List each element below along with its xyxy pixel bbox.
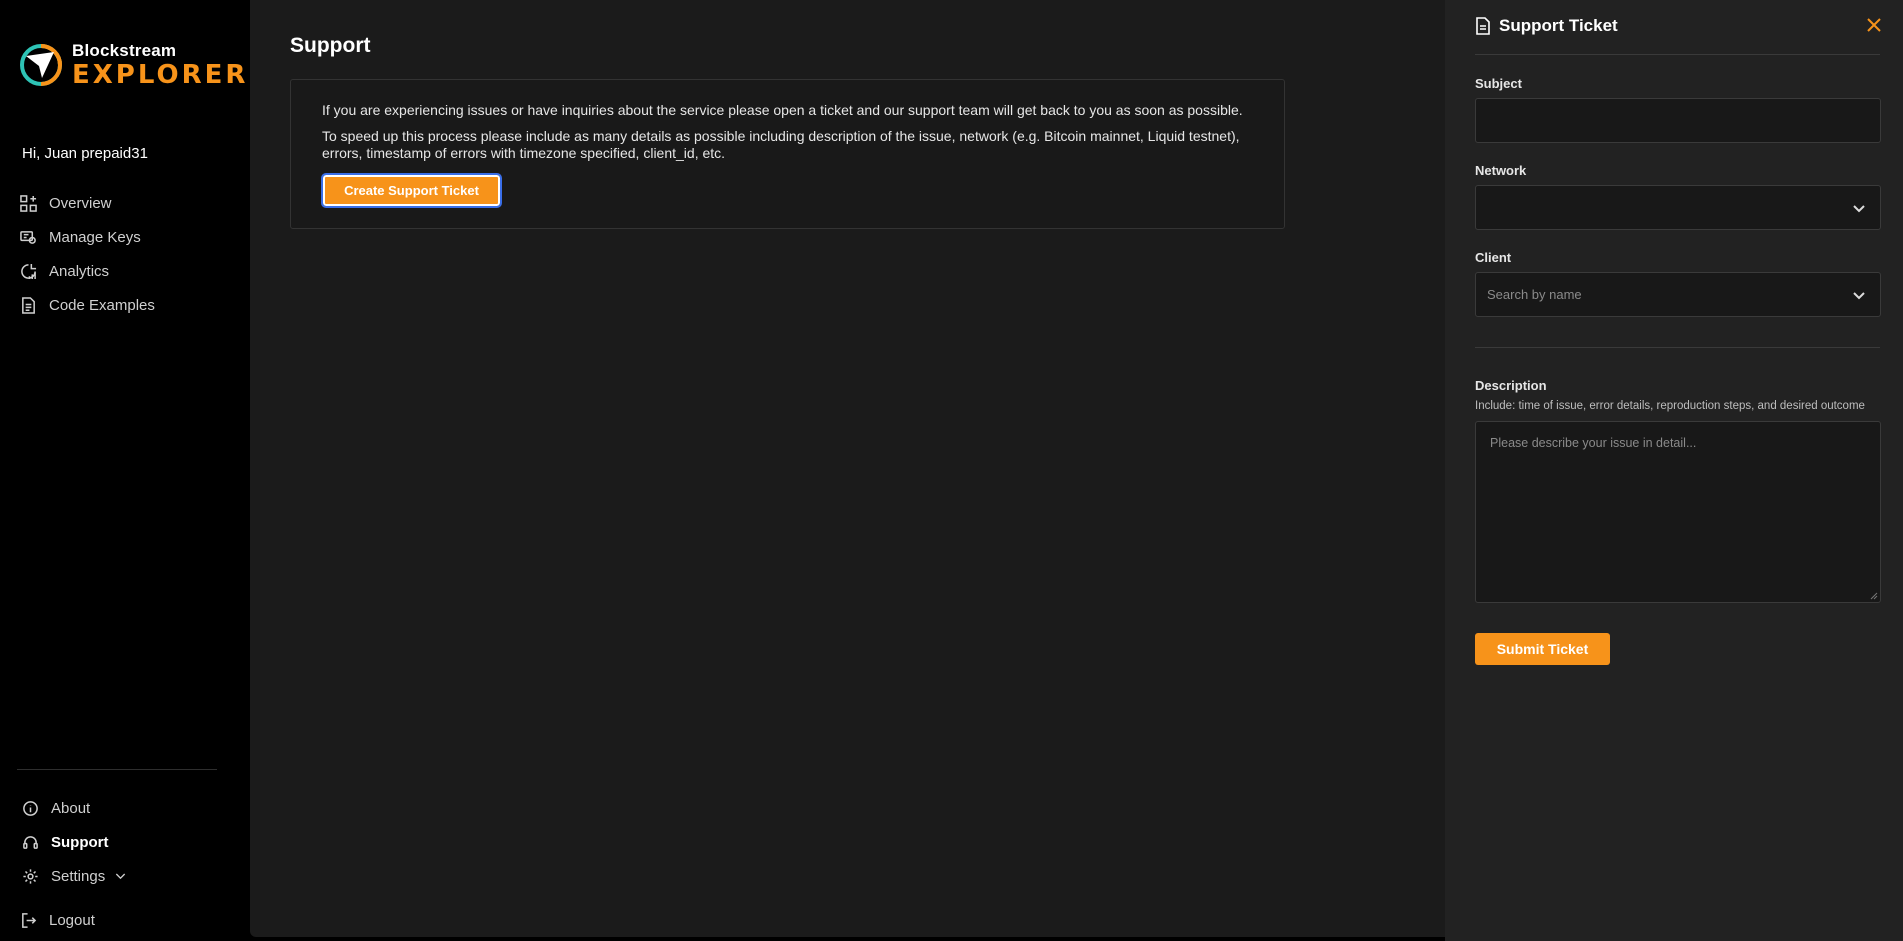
network-select[interactable] — [1475, 185, 1881, 230]
sidebar-item-overview[interactable]: Overview — [20, 186, 230, 220]
sidebar-item-label: Support — [51, 833, 109, 851]
sidebar-bottom-nav: About Support Settings — [22, 791, 232, 893]
sidebar-item-label: Overview — [49, 194, 112, 212]
subject-input[interactable] — [1475, 98, 1881, 143]
description-placeholder: Please describe your issue in detail... — [1490, 436, 1697, 450]
logout-icon — [22, 912, 37, 928]
sidebar-item-code-examples[interactable]: Code Examples — [20, 288, 230, 322]
subject-label: Subject — [1475, 76, 1522, 91]
sidebar-item-label: About — [51, 799, 91, 817]
sidebar-divider — [17, 769, 217, 770]
main-content: Support If you are experiencing issues o… — [250, 0, 1445, 937]
sidebar-item-about[interactable]: About — [22, 791, 232, 825]
logout-button[interactable]: Logout — [20, 903, 95, 937]
chevron-down-icon — [1853, 292, 1865, 300]
gear-icon — [23, 868, 38, 884]
client-search-placeholder: Search by name — [1487, 287, 1582, 302]
support-info-card: If you are experiencing issues or have i… — [290, 79, 1285, 229]
key-icon — [20, 230, 36, 244]
headset-icon — [23, 835, 38, 849]
sidebar-item-analytics[interactable]: Analytics — [20, 254, 230, 288]
network-label: Network — [1475, 163, 1527, 178]
sidebar-item-support[interactable]: Support — [22, 825, 232, 859]
sidebar: Blockstream EXPLORER Hi, Juan prepaid31 … — [0, 0, 250, 941]
drawer-title: Support Ticket — [1499, 16, 1618, 35]
document-icon — [22, 296, 35, 314]
support-intro-text: If you are experiencing issues or have i… — [322, 102, 1243, 118]
sidebar-item-label: Code Examples — [49, 296, 155, 314]
logout-label: Logout — [49, 911, 95, 929]
client-label: Client — [1475, 250, 1512, 265]
brand-name: Blockstream — [72, 41, 177, 60]
page-title: Support — [290, 34, 371, 57]
sidebar-item-settings[interactable]: Settings — [22, 859, 232, 893]
brand-logo[interactable]: Blockstream EXPLORER — [20, 42, 248, 88]
drawer-header-divider — [1475, 54, 1880, 55]
resize-handle-icon[interactable] — [1870, 592, 1878, 600]
client-select[interactable]: Search by name — [1475, 272, 1881, 317]
sidebar-item-manage-keys[interactable]: Manage Keys — [20, 220, 230, 254]
submit-ticket-button[interactable]: Submit Ticket — [1475, 633, 1610, 665]
brand-product: EXPLORER — [72, 60, 249, 90]
description-help: Include: time of issue, error details, r… — [1475, 400, 1865, 412]
chart-icon — [21, 263, 37, 279]
close-icon — [1867, 18, 1881, 32]
description-textarea[interactable]: Please describe your issue in detail... — [1475, 421, 1881, 603]
chevron-down-icon — [1853, 205, 1865, 213]
chevron-down-icon — [116, 873, 126, 879]
sidebar-item-label: Analytics — [49, 262, 110, 280]
grid-plus-icon — [20, 194, 37, 212]
sidebar-nav: Overview Manage Keys Analytics Code Exam… — [20, 186, 230, 322]
form-divider — [1475, 347, 1880, 348]
close-drawer-button[interactable] — [1865, 16, 1883, 34]
document-icon — [1476, 17, 1490, 35]
drawer-header: Support Ticket — [1475, 16, 1618, 36]
description-label: Description — [1475, 378, 1547, 393]
sidebar-item-label: Settings — [51, 867, 106, 885]
info-icon — [23, 800, 38, 816]
create-support-ticket-button[interactable]: Create Support Ticket — [321, 173, 502, 208]
support-details-text: To speed up this process please include … — [322, 128, 1240, 161]
sidebar-item-label: Manage Keys — [49, 228, 141, 246]
support-ticket-drawer: Support Ticket Subject Network Client Se… — [1445, 0, 1903, 941]
blockstream-logo-icon — [20, 44, 62, 86]
user-greeting: Hi, Juan prepaid31 — [22, 145, 148, 162]
